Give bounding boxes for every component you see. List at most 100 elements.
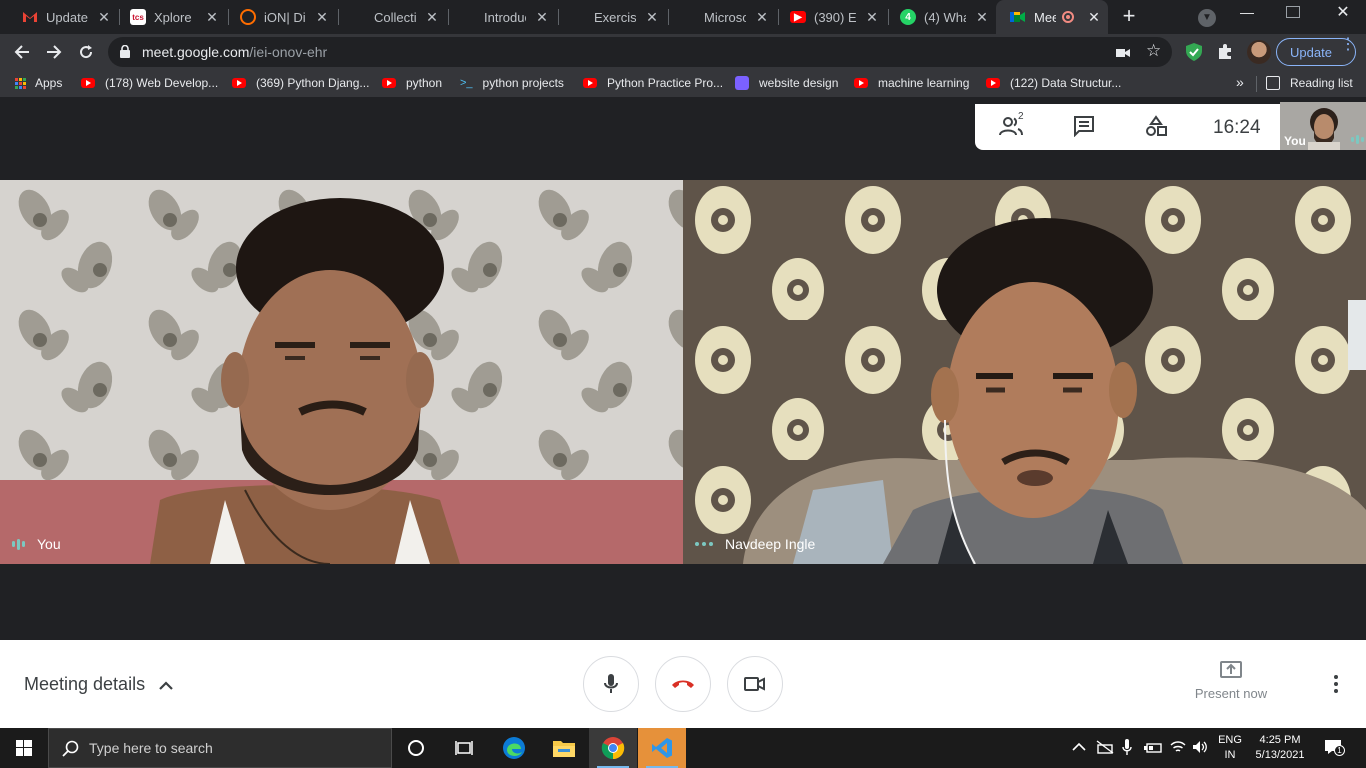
address-bar[interactable]: meet.google.com/iei-onov-ehr ☆ <box>108 37 1172 67</box>
camera-icon <box>744 677 765 691</box>
close-icon[interactable]: ✕ <box>754 9 770 25</box>
bookmark-website-design[interactable]: website design <box>735 76 838 90</box>
meeting-clock: 16:24 <box>1213 117 1261 138</box>
close-icon[interactable]: ✕ <box>424 9 440 25</box>
tab-meet[interactable]: Mee ✕ <box>996 0 1108 34</box>
camera-indicator-icon[interactable] <box>1116 46 1130 64</box>
microphone-tray-icon[interactable] <box>1122 739 1132 761</box>
bookmark-python[interactable]: python <box>382 76 442 90</box>
network-disabled-icon[interactable] <box>1096 740 1114 759</box>
bookmark-machine-learning[interactable]: machine learning <box>854 76 969 90</box>
more-menu-icon[interactable]: ⋮ <box>1340 37 1356 53</box>
tab-youtube[interactable]: ▶ (390) Er ✕ <box>776 0 886 34</box>
shield-extension-icon[interactable] <box>1186 43 1202 66</box>
reading-list-button[interactable]: Reading list <box>1266 76 1353 90</box>
close-icon[interactable]: ✕ <box>314 9 330 25</box>
tab-search-icon[interactable]: ▼ <box>1198 9 1216 27</box>
tab-microsoft[interactable]: Microsof ✕ <box>666 0 776 34</box>
bookmark-apps[interactable]: Apps <box>15 76 62 90</box>
gmail-icon <box>22 9 38 25</box>
taskbar-file-explorer[interactable] <box>540 728 588 768</box>
taskbar-clock[interactable]: 4:25 PM 5/13/2021 <box>1250 733 1310 763</box>
wifi-icon[interactable] <box>1170 740 1186 759</box>
self-view-label: You <box>1284 134 1306 148</box>
minimize-button[interactable]: — <box>1236 4 1258 20</box>
reading-list-icon <box>1266 76 1280 90</box>
microphone-button[interactable] <box>583 656 639 712</box>
close-icon[interactable]: ✕ <box>974 9 990 25</box>
taskbar-edge[interactable] <box>490 728 538 768</box>
participant-tile-you[interactable]: You <box>0 180 683 564</box>
self-view-thumbnail[interactable]: You <box>1280 102 1366 150</box>
meeting-details-button[interactable]: Meeting details <box>24 674 173 695</box>
tab-ion[interactable]: iON| Dig ✕ <box>226 0 336 34</box>
taskbar-search-box[interactable]: Type here to search <box>48 728 392 768</box>
microsoft-icon <box>350 9 366 25</box>
tab-exercise[interactable]: Exercise ✕ <box>556 0 666 34</box>
back-button[interactable] <box>8 38 36 66</box>
bookmark-python-projects[interactable]: >_ python projects <box>460 76 564 90</box>
task-view-button[interactable] <box>440 728 488 768</box>
folder-icon <box>553 741 575 757</box>
tab-whatsapp[interactable]: 4 (4) What ✕ <box>886 0 996 34</box>
battery-icon[interactable] <box>1144 741 1162 759</box>
present-now-button[interactable]: Present now <box>1186 660 1276 701</box>
microsoft-icon <box>680 9 696 25</box>
terminal-icon: >_ <box>460 77 473 89</box>
bookmark-python-django[interactable]: (369) Python Djang... <box>232 76 369 90</box>
start-button[interactable] <box>0 728 48 768</box>
meet-stage: 2 16:24 You You Navdeep Ingle <box>0 98 1366 640</box>
task-view-icon <box>455 741 473 755</box>
close-icon[interactable]: ✕ <box>96 9 112 25</box>
close-window-button[interactable]: ✕ <box>1332 2 1354 22</box>
microsoft-icon <box>570 9 586 25</box>
notifications-button[interactable]: 1 <box>1324 739 1345 760</box>
tab-introduction[interactable]: Introduc ✕ <box>446 0 556 34</box>
bookmark-data-structures[interactable]: (122) Data Structur... <box>986 76 1121 90</box>
reload-button[interactable] <box>72 38 100 66</box>
bookmark-python-practice[interactable]: Python Practice Pro... <box>583 76 723 90</box>
participant-tile-navdeep[interactable]: Navdeep Ingle <box>683 180 1366 564</box>
cortana-button[interactable] <box>392 728 440 768</box>
close-icon[interactable]: ✕ <box>1086 9 1102 25</box>
cortana-icon <box>408 740 424 756</box>
tab-xplore[interactable]: tcs Xplore ✕ <box>116 0 226 34</box>
tab-collections[interactable]: Collectio ✕ <box>336 0 446 34</box>
hang-up-icon <box>672 680 694 688</box>
more-options-icon[interactable] <box>1328 674 1344 694</box>
bookmarks-bar: Apps (178) Web Develop... (369) Python D… <box>0 70 1366 98</box>
youtube-icon <box>583 78 597 88</box>
star-icon[interactable]: ☆ <box>1146 41 1161 61</box>
youtube-icon <box>854 78 868 88</box>
close-icon[interactable]: ✕ <box>864 9 880 25</box>
leave-call-button[interactable] <box>655 656 711 712</box>
participant-video-navdeep <box>683 180 1366 564</box>
lock-icon[interactable] <box>120 44 130 63</box>
close-icon[interactable]: ✕ <box>534 9 550 25</box>
restore-button[interactable] <box>1286 6 1300 18</box>
tab-title: iON| Dig <box>264 9 306 25</box>
notification-count: 1 <box>1334 745 1345 756</box>
profile-avatar[interactable] <box>1247 40 1271 64</box>
camera-button[interactable] <box>727 656 783 712</box>
tab-title: Microsof <box>704 9 746 25</box>
activities-button[interactable] <box>1145 115 1171 139</box>
taskbar-vscode[interactable] <box>638 728 686 768</box>
show-hidden-icons[interactable] <box>1072 739 1086 754</box>
taskbar-chrome[interactable] <box>589 728 637 768</box>
chat-button[interactable] <box>1073 115 1099 139</box>
volume-icon[interactable] <box>1192 740 1208 759</box>
tab-title: Xplore <box>154 9 192 25</box>
url-path: /iei-onov-ehr <box>249 44 328 60</box>
close-icon[interactable]: ✕ <box>204 9 220 25</box>
bookmarks-overflow-button[interactable]: » <box>1236 74 1244 90</box>
language-indicator[interactable]: ENG IN <box>1214 733 1246 763</box>
people-button[interactable]: 2 <box>999 111 1025 139</box>
close-icon[interactable]: ✕ <box>644 9 660 25</box>
bookmark-web-develop[interactable]: (178) Web Develop... <box>81 76 218 90</box>
new-tab-button[interactable]: + <box>1118 5 1140 28</box>
tab-gmail[interactable]: Update y ✕ <box>8 0 118 34</box>
forward-button[interactable] <box>40 38 68 66</box>
extensions-puzzle-icon[interactable] <box>1217 43 1234 65</box>
youtube-icon <box>232 78 246 88</box>
